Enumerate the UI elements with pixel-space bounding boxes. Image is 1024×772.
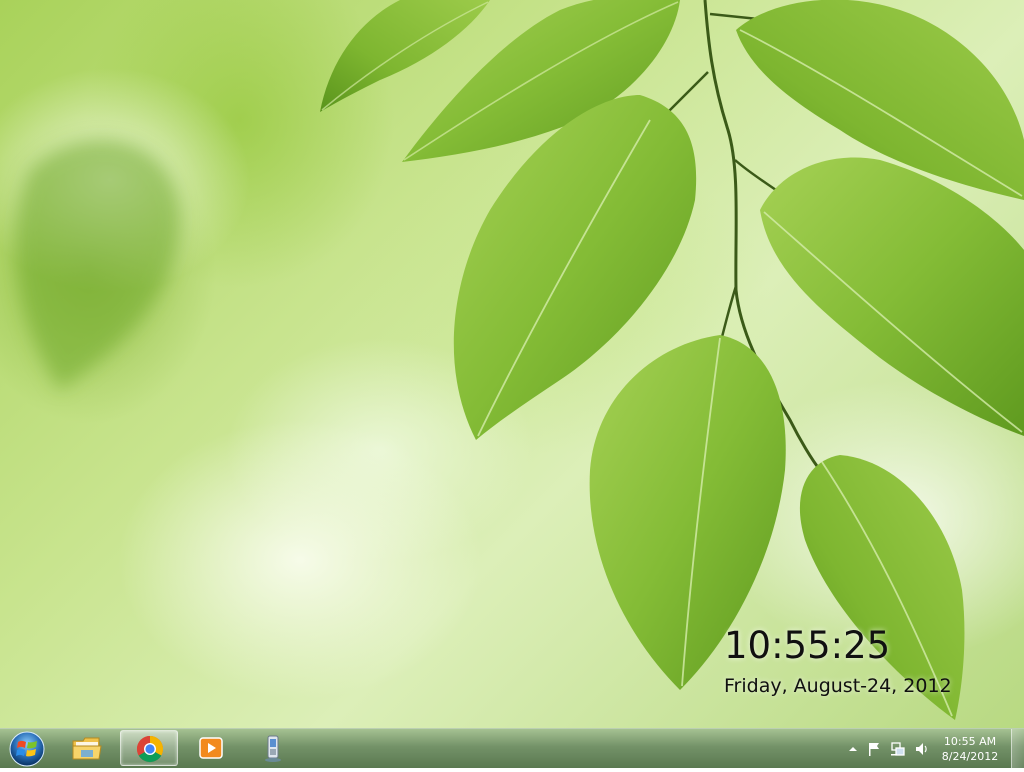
chevron-up-icon [849, 747, 857, 751]
windows-start-orb-icon [9, 731, 45, 767]
show-hidden-icons-button[interactable] [845, 741, 861, 757]
clock-gadget-date: Friday, August-24, 2012 [724, 675, 952, 697]
taskbar-media-player-button[interactable] [182, 730, 240, 766]
wallpaper-leaves-image [15, 0, 1024, 720]
clock-gadget-time: 10:55:25 [724, 624, 891, 667]
folder-icon [72, 737, 102, 760]
taskbar: 10:55 AM 8/24/2012 [0, 728, 1024, 769]
taskbar-chrome-button[interactable] [120, 730, 178, 766]
taskbar-clock-time: 10:55 AM [943, 735, 997, 748]
network-button[interactable] [890, 741, 906, 757]
taskbar-mobile-device-button[interactable] [244, 730, 302, 766]
action-center-button[interactable] [866, 741, 882, 757]
network-icon [891, 742, 905, 756]
chrome-icon [136, 735, 164, 763]
media-player-icon [199, 737, 223, 759]
clock-gadget[interactable]: 10:55:25 Friday, August-24, 2012 [724, 624, 952, 698]
flag-icon [869, 743, 879, 756]
show-desktop-button[interactable] [1011, 729, 1024, 769]
taskbar-explorer-button[interactable] [58, 730, 116, 766]
taskbar-clock-date: 8/24/2012 [941, 750, 999, 763]
start-button[interactable] [5, 730, 49, 768]
taskbar-clock[interactable]: 10:55 AM 8/24/2012 [930, 734, 1010, 764]
volume-icon [916, 743, 927, 755]
volume-button[interactable] [914, 741, 930, 757]
mobile-device-icon [265, 735, 281, 762]
desktop[interactable]: 10:55:25 Friday, August-24, 2012 [0, 0, 1024, 728]
